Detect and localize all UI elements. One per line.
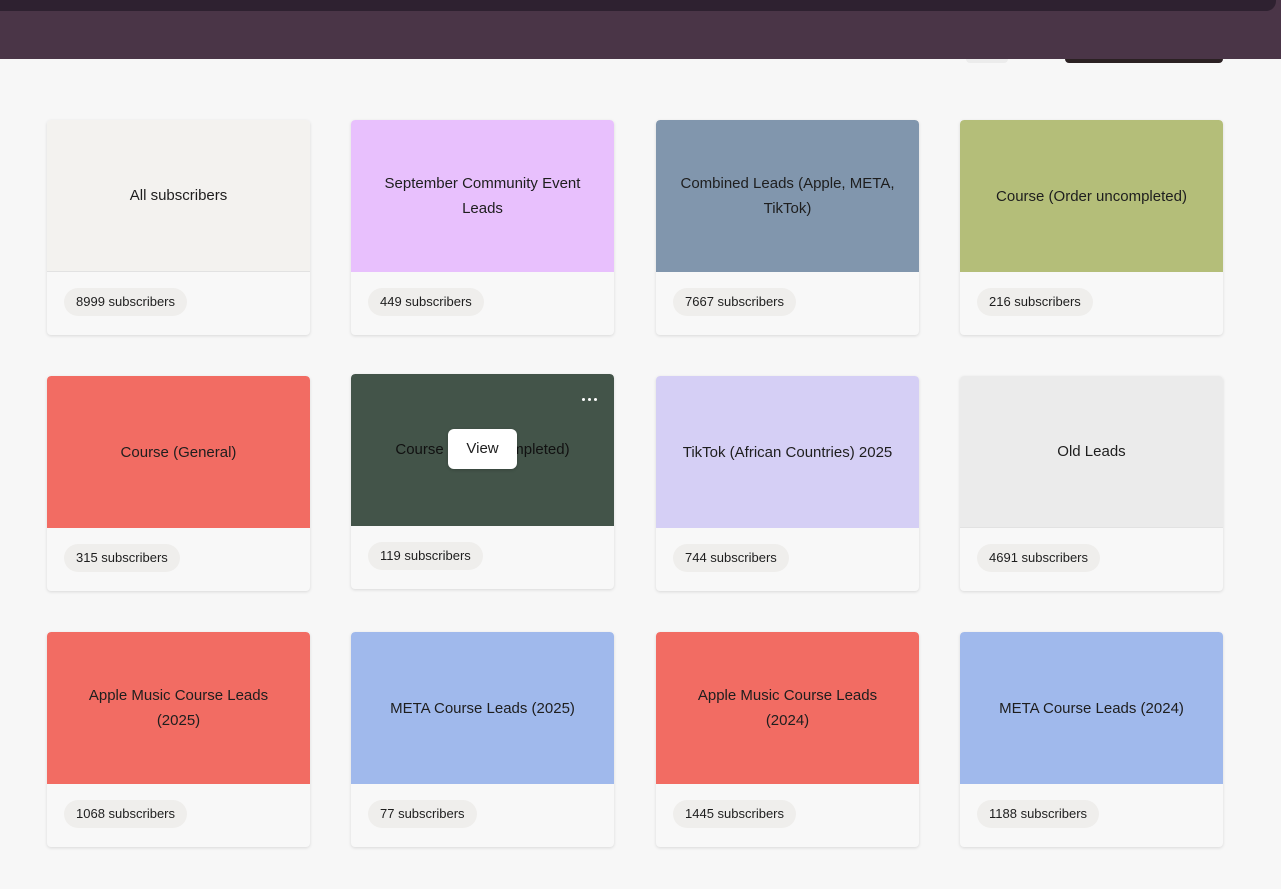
segment-title: Old Leads	[1057, 443, 1126, 460]
header-primary-button-edge[interactable]	[1065, 59, 1223, 63]
segment-title: TikTok (African Countries) 2025	[682, 443, 893, 461]
segment-card-meta-course-leads-2025[interactable]: META Course Leads (2025) 77 subscribers	[351, 632, 614, 847]
segment-card-course-order-completed[interactable]: Course (Order completed) View 119 subscr…	[351, 374, 614, 589]
segment-card-header: META Course Leads (2024)	[960, 632, 1223, 784]
segment-title: META Course Leads (2025)	[390, 699, 575, 717]
subscriber-count-badge: 315 subscribers	[64, 544, 180, 572]
segment-card-header: All subscribers	[47, 120, 310, 272]
segment-card-header: Combined Leads (Apple, META, TikTok)	[656, 120, 919, 272]
segment-card-header: TikTok (African Countries) 2025	[656, 376, 919, 528]
segment-card-apple-music-course-leads-2024[interactable]: Apple Music Course Leads (2024) 1445 sub…	[656, 632, 919, 847]
subscriber-count-badge: 449 subscribers	[368, 288, 484, 316]
subscriber-count-badge: 1445 subscribers	[673, 800, 796, 828]
segment-card-september-community-event-leads[interactable]: September Community Event Leads 449 subs…	[351, 120, 614, 335]
segment-title: All subscribers	[129, 187, 228, 204]
segment-card-course-order-uncompleted[interactable]: Course (Order uncompleted) 216 subscribe…	[960, 120, 1223, 335]
segment-card-all-subscribers[interactable]: All subscribers 8999 subscribers	[47, 120, 310, 335]
segment-card-header: Apple Music Course Leads (2025)	[47, 632, 310, 784]
subscriber-count-badge: 7667 subscribers	[673, 288, 796, 316]
app-header-band	[0, 11, 1281, 59]
subscriber-count-badge: 4691 subscribers	[977, 544, 1100, 572]
subscriber-count-badge: 8999 subscribers	[64, 288, 187, 316]
segment-title: Apple Music Course Leads (2025)	[88, 687, 269, 729]
segment-card-old-leads[interactable]: Old Leads 4691 subscribers	[960, 376, 1223, 591]
subscriber-count-badge: 1188 subscribers	[977, 800, 1100, 828]
segment-card-header: Course (General)	[47, 376, 310, 528]
segment-card-header: September Community Event Leads	[351, 120, 614, 272]
segment-card-apple-music-course-leads-2025[interactable]: Apple Music Course Leads (2025) 1068 sub…	[47, 632, 310, 847]
segment-card-header: Apple Music Course Leads (2024)	[656, 632, 919, 784]
subscriber-count-badge: 77 subscribers	[368, 800, 477, 828]
view-button[interactable]: View	[448, 429, 517, 469]
segment-title: META Course Leads (2024)	[999, 699, 1184, 717]
browser-title-bar	[0, 0, 1276, 11]
segment-card-course-general[interactable]: Course (General) 315 subscribers	[47, 376, 310, 591]
segment-title: Combined Leads (Apple, META, TikTok)	[680, 175, 895, 217]
header-secondary-button-edge[interactable]	[966, 59, 1008, 63]
subscriber-count-badge: 744 subscribers	[673, 544, 789, 572]
subscriber-count-badge: 216 subscribers	[977, 288, 1093, 316]
subscriber-count-badge: 1068 subscribers	[64, 800, 187, 828]
segment-title: Course (Order uncompleted)	[996, 187, 1187, 205]
segment-card-tiktok-african-countries-2025[interactable]: TikTok (African Countries) 2025 744 subs…	[656, 376, 919, 591]
segment-card-combined-leads[interactable]: Combined Leads (Apple, META, TikTok) 766…	[656, 120, 919, 335]
segment-card-header: META Course Leads (2025)	[351, 632, 614, 784]
subscriber-count-badge: 119 subscribers	[368, 542, 483, 570]
segment-card-header: Course (Order uncompleted)	[960, 120, 1223, 272]
segment-title: September Community Event Leads	[384, 175, 581, 217]
segment-card-meta-course-leads-2024[interactable]: META Course Leads (2024) 1188 subscriber…	[960, 632, 1223, 847]
segment-title: Course (General)	[120, 443, 237, 461]
segment-title: Apple Music Course Leads (2024)	[697, 687, 878, 729]
segment-card-header: Old Leads	[960, 376, 1223, 528]
more-horizontal-icon[interactable]	[576, 388, 602, 410]
